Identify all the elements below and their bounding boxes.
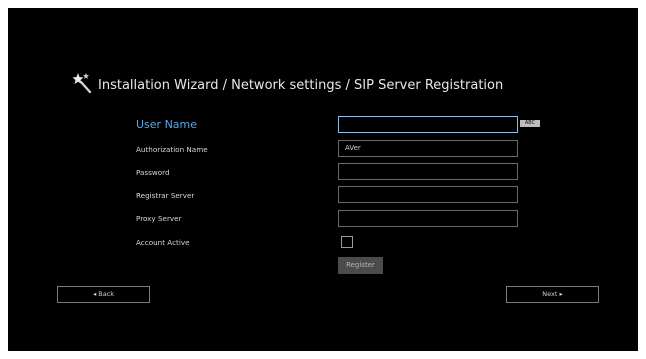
back-button[interactable]: ◂ Back [57,286,150,303]
user-name-input[interactable] [338,116,518,133]
password-label: Password [136,168,170,177]
authorization-name-input[interactable]: AVer [338,140,518,157]
authorization-name-label: Authorization Name [136,145,208,154]
registrar-server-input[interactable] [338,186,518,203]
user-name-label: User Name [136,118,198,131]
proxy-server-input[interactable] [338,210,518,227]
page-title: Installation Wizard / Network settings /… [98,78,504,93]
registrar-server-label: Registrar Server [136,191,195,200]
register-button[interactable]: Register [338,257,383,274]
password-input[interactable] [338,163,518,180]
next-button[interactable]: Next ▸ [506,286,599,303]
account-active-label: Account Active [136,238,190,247]
keyboard-abc-badge[interactable]: ABC [520,120,540,127]
magic-wand-icon [72,73,92,94]
account-active-checkbox[interactable] [341,236,353,248]
proxy-server-label: Proxy Server [136,214,182,223]
